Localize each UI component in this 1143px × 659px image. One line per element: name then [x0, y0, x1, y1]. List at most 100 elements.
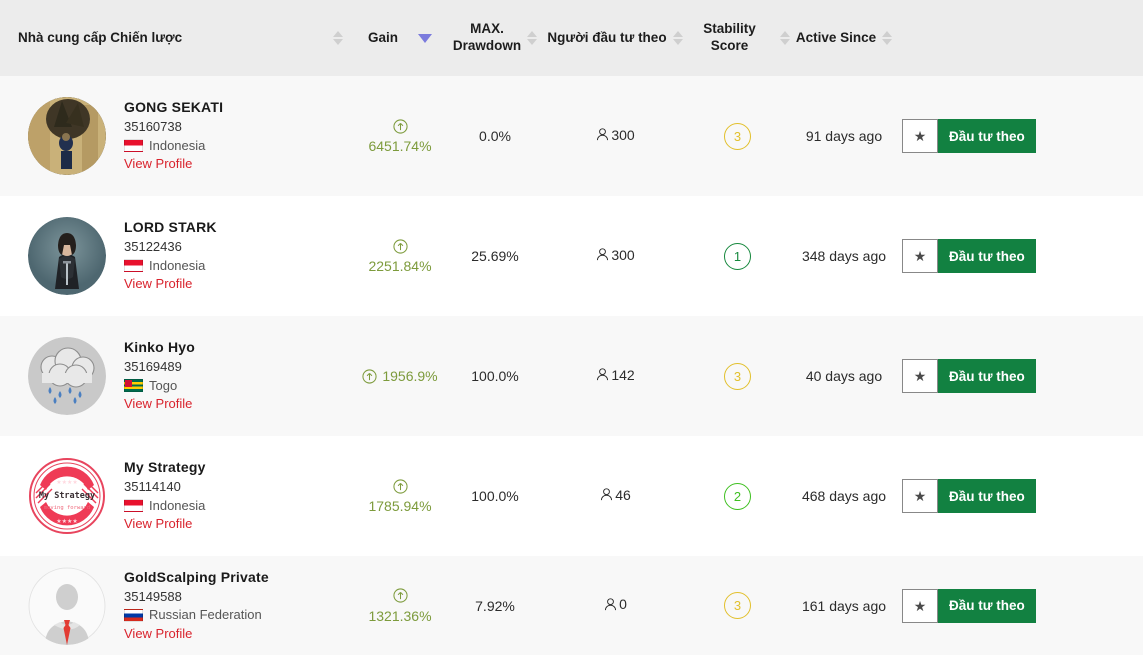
gain-value-wrap: 1956.9% — [355, 366, 445, 387]
star-icon: ★ — [913, 248, 927, 264]
sort-toggle-investors[interactable] — [672, 31, 683, 45]
column-header-drawdown[interactable]: MAX. Drawdown — [445, 0, 545, 76]
view-profile-link[interactable]: View Profile — [124, 275, 217, 293]
arrow-up-circle-icon — [392, 119, 408, 134]
flag-icon-id — [124, 259, 143, 273]
active-since-cell: 348 days ago — [801, 248, 887, 264]
caret-up-icon — [882, 31, 893, 37]
view-profile-link[interactable]: View Profile — [124, 625, 269, 643]
drawdown-cell: 25.69% — [471, 248, 519, 264]
investors-wrap: 142 — [595, 366, 635, 383]
svg-text:moving forward: moving forward — [44, 505, 90, 511]
user-icon — [595, 367, 610, 382]
avatar: My Strategy moving forward ★★★★ ★★★★ — [28, 457, 106, 535]
favorite-button[interactable]: ★ — [902, 359, 938, 393]
sort-toggle-drawdown[interactable] — [527, 31, 538, 45]
svg-text:★★★★: ★★★★ — [56, 518, 78, 525]
gain-cell: 1785.94% — [355, 436, 445, 556]
gain-cell: 1321.36% — [355, 556, 445, 655]
column-header-gain[interactable]: Gain — [355, 0, 445, 76]
sort-toggle-provider[interactable] — [333, 31, 344, 45]
caret-down-icon — [527, 39, 538, 45]
column-label-active-since: Active Since — [795, 29, 877, 45]
favorite-button[interactable]: ★ — [902, 479, 938, 513]
gain-value-wrap: 1785.94% — [355, 475, 445, 517]
gain-cell: 6451.74% — [355, 76, 445, 196]
caret-down-icon — [672, 39, 683, 45]
caret-up-icon — [527, 31, 538, 37]
investors-wrap: 46 — [599, 487, 631, 503]
avatar — [28, 97, 106, 175]
status-badge: 2 — [724, 482, 751, 510]
arrow-up-circle-icon — [392, 239, 408, 254]
avatar — [28, 566, 106, 645]
follow-button[interactable]: Đầu tư theo — [938, 479, 1036, 513]
provider-cell: Kinko Hyo 35169489 Togo View Profile — [0, 316, 355, 436]
caret-down-icon — [418, 33, 432, 43]
header-row: Nhà cung cấp Chiến lược Gain MAX. Drawdo… — [0, 0, 1143, 76]
active-since-cell: 40 days ago — [805, 368, 883, 384]
arrow-up-circle-icon — [392, 479, 408, 494]
provider-id: 35169489 — [124, 359, 182, 375]
investors-wrap: 300 — [595, 247, 635, 263]
view-profile-link[interactable]: View Profile — [124, 395, 195, 413]
favorite-button[interactable]: ★ — [902, 119, 938, 153]
flag-icon-ru — [124, 608, 143, 622]
investors-wrap: 0 — [603, 596, 627, 612]
favorite-button[interactable]: ★ — [902, 239, 938, 273]
table-row: GoldScalping Private 35149588 Russian Fe… — [0, 556, 1143, 655]
investors-cell: 142 — [545, 316, 685, 436]
provider-cell: GoldScalping Private 35149588 Russian Fe… — [0, 556, 355, 655]
column-header-actions — [898, 0, 1143, 76]
gain-value: 1785.94% — [368, 498, 432, 514]
caret-up-icon — [780, 31, 790, 37]
gain-value: 1956.9% — [382, 367, 438, 384]
table-row: LORD STARK 35122436 Indonesia View Profi… — [0, 196, 1143, 316]
view-profile-link[interactable]: View Profile — [124, 515, 206, 533]
gain-value: 1321.36% — [368, 607, 432, 624]
caret-up-icon — [672, 31, 683, 37]
investors-count: 300 — [611, 126, 635, 143]
sort-toggle-gain[interactable] — [418, 33, 432, 43]
caret-down-icon — [780, 39, 790, 45]
sort-toggle-stability[interactable] — [780, 31, 790, 45]
column-header-active-since[interactable]: Active Since — [790, 0, 898, 76]
column-header-investors[interactable]: Người đầu tư theo — [545, 0, 685, 76]
follow-button[interactable]: Đầu tư theo — [938, 119, 1036, 153]
gain-cell: 2251.84% — [355, 196, 445, 316]
follow-button[interactable]: Đầu tư theo — [938, 588, 1036, 623]
table-row: Kinko Hyo 35169489 Togo View Profile 195… — [0, 316, 1143, 436]
stability-cell: 1 — [685, 196, 790, 316]
column-label-gain: Gain — [367, 29, 398, 45]
arrow-up-circle-icon — [392, 588, 408, 603]
sort-toggle-active-since[interactable] — [882, 31, 893, 45]
column-header-provider[interactable]: Nhà cung cấp Chiến lược — [0, 0, 355, 76]
column-header-stability[interactable]: Stability Score — [685, 0, 790, 76]
provider-name: GONG SEKATI — [124, 99, 224, 116]
follow-button[interactable]: Đầu tư theo — [938, 359, 1036, 393]
provider-country: Russian Federation — [124, 606, 269, 624]
provider-id: 35160738 — [124, 119, 182, 135]
favorite-button[interactable]: ★ — [902, 588, 938, 623]
view-profile-link[interactable]: View Profile — [124, 155, 223, 173]
investors-cell: 0 — [545, 556, 685, 655]
star-icon: ★ — [913, 128, 927, 144]
drawdown-cell: 100.0% — [471, 368, 519, 384]
arrow-up-circle-icon — [362, 368, 377, 384]
stability-cell: 3 — [685, 556, 790, 655]
investors-count: 0 — [619, 596, 627, 613]
star-icon: ★ — [913, 368, 927, 384]
caret-down-icon — [333, 39, 344, 45]
stability-cell: 2 — [685, 436, 790, 556]
user-icon — [595, 127, 610, 142]
star-icon: ★ — [913, 597, 927, 614]
caret-up-icon — [333, 31, 344, 37]
provider-cell: LORD STARK 35122436 Indonesia View Profi… — [0, 196, 355, 316]
gain-value-wrap: 6451.74% — [355, 115, 445, 157]
table-header: Nhà cung cấp Chiến lược Gain MAX. Drawdo… — [0, 0, 1143, 76]
follow-button[interactable]: Đầu tư theo — [938, 239, 1036, 273]
table-row: GONG SEKATI 35160738 Indonesia View Prof… — [0, 76, 1143, 196]
investors-count: 142 — [611, 366, 635, 383]
gain-value-wrap: 2251.84% — [355, 235, 445, 277]
drawdown-cell: 7.92% — [475, 597, 515, 614]
